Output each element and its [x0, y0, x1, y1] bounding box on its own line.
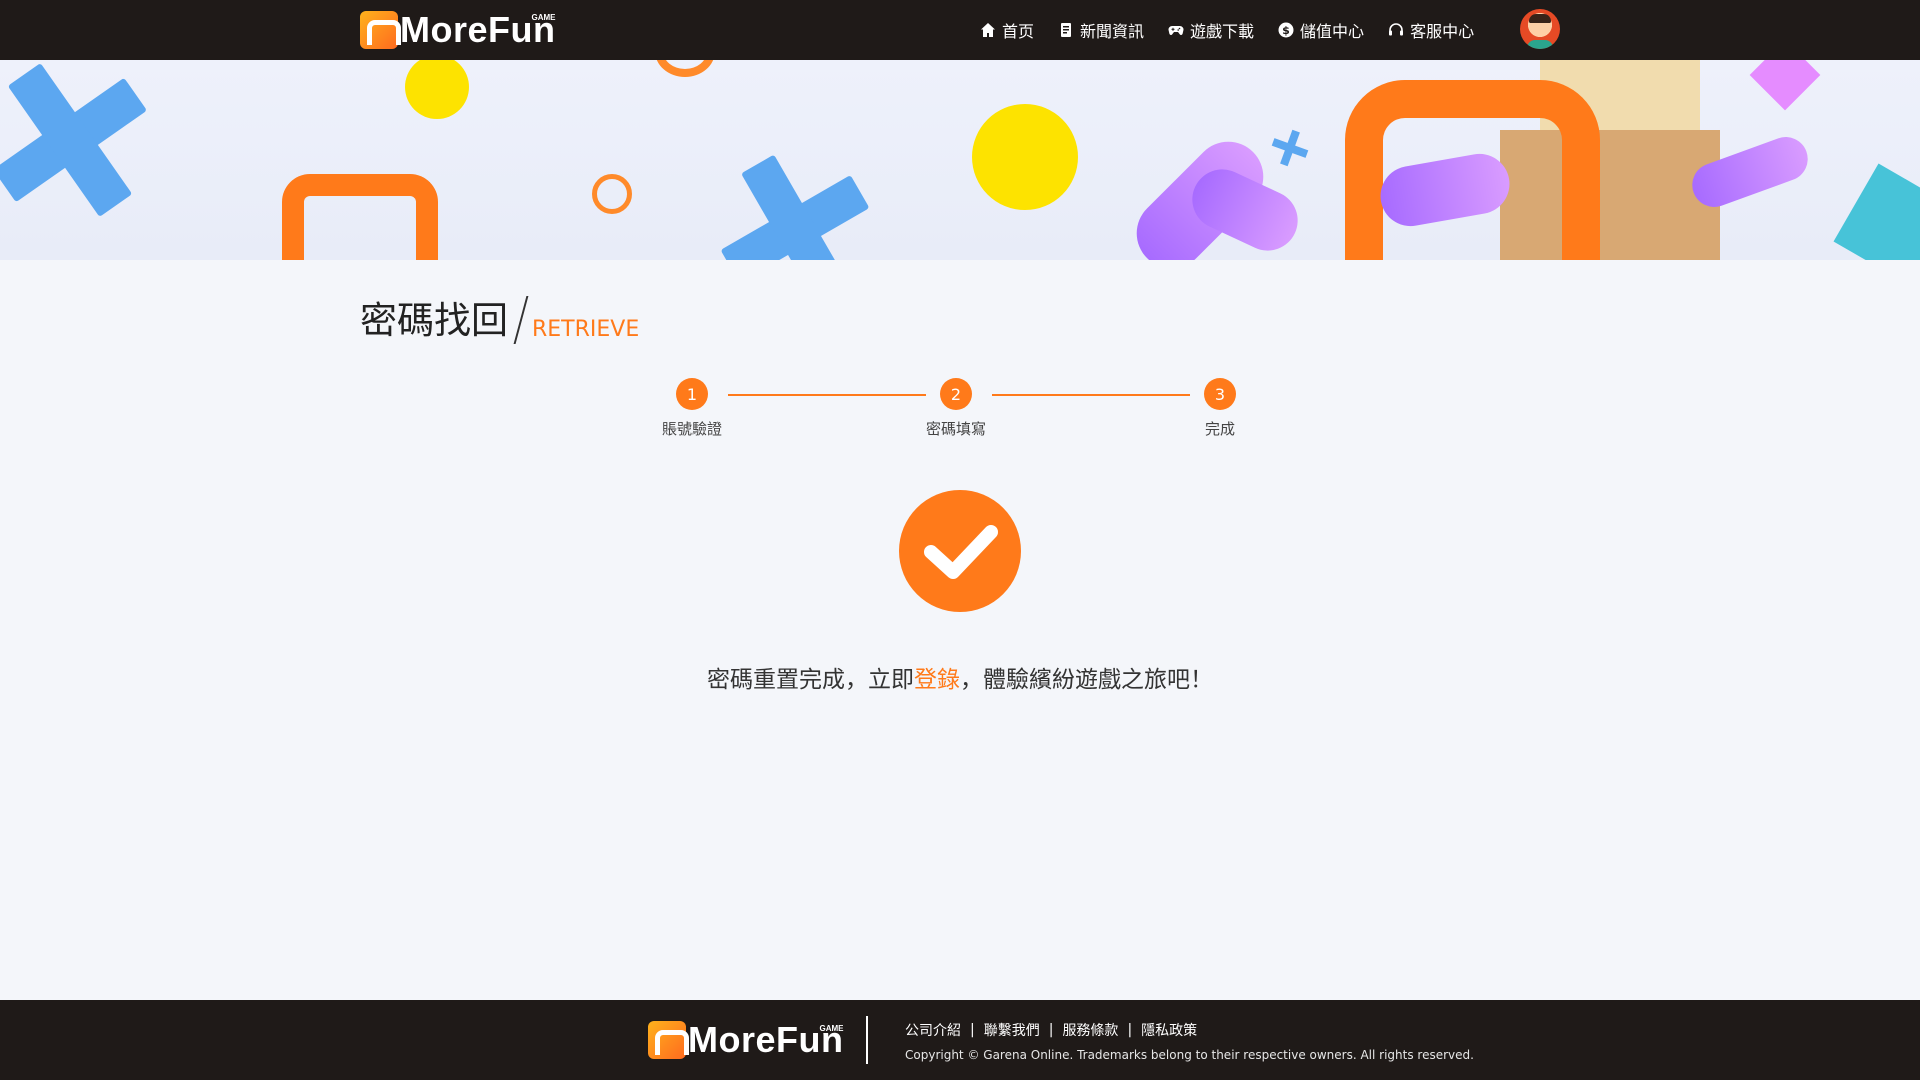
title-divider — [513, 296, 529, 344]
decor-ring-shape — [655, 60, 715, 77]
footer-links: 公司介紹 | 聯繫我們 | 服務條款 | 隱私政策 — [905, 1020, 1197, 1040]
success-message: 密碼重置完成，立即登錄，體驗繽紛遊戲之旅吧！ — [0, 660, 1920, 694]
step-label: 賬號驗證 — [661, 420, 722, 438]
step-complete: 3 完成 — [1180, 378, 1260, 439]
gamepad-icon — [1168, 26, 1184, 36]
nav-label: 新聞資訊 — [1080, 22, 1145, 41]
step-account-verify: 1 賬號驗證 — [652, 378, 732, 439]
step-number: 2 — [940, 378, 972, 410]
nav-label: 儲值中心 — [1300, 22, 1365, 41]
footer: MoreFun GAME 公司介紹 | 聯繫我們 | 服務條款 | 隱私政策 C… — [0, 1000, 1920, 1080]
footer-link-privacy[interactable]: 隱私政策 — [1141, 1020, 1197, 1040]
page-title: 密碼找回 RETRIEVE — [360, 290, 639, 344]
success-message-tail: ，體驗繽紛遊戲之旅吧！ — [960, 667, 1213, 693]
step-label: 完成 — [1204, 420, 1235, 438]
footer-divider — [866, 1016, 868, 1064]
footer-separator: | — [1127, 1022, 1133, 1038]
success-message-text: 密碼重置完成，立即 — [707, 667, 914, 693]
nav-item-home[interactable]: 首页 — [980, 18, 1034, 42]
decor-box-shape — [1833, 163, 1920, 260]
page-title-zh: 密碼找回 — [360, 299, 508, 342]
login-link[interactable]: 登錄 — [914, 667, 960, 693]
footer-link-about[interactable]: 公司介紹 — [905, 1020, 961, 1040]
footer-separator: | — [970, 1022, 975, 1038]
nav-label: 遊戲下載 — [1190, 22, 1255, 41]
footer-logo[interactable]: MoreFun GAME — [648, 1018, 843, 1062]
logo-mark-icon — [648, 1021, 689, 1059]
nav-item-topup[interactable]: $ 儲值中心 — [1278, 18, 1364, 42]
logo-mark-icon — [360, 11, 401, 49]
svg-text:$: $ — [1282, 24, 1290, 37]
step-number: 1 — [676, 378, 708, 410]
logo-game-tag: GAME — [531, 13, 556, 22]
progress-steps: 1 賬號驗證 2 密碼填寫 3 完成 — [662, 378, 1240, 448]
step-connector — [992, 394, 1190, 396]
hero-banner — [0, 60, 1920, 260]
footer-link-terms[interactable]: 服務條款 — [1062, 1020, 1118, 1040]
success-check-icon — [899, 490, 1021, 612]
footer-separator: | — [1048, 1022, 1054, 1038]
main-nav: 首页 新聞資訊 遊戲下載 $ 儲值中心 客服中心 — [980, 18, 1474, 42]
step-connector — [728, 394, 926, 396]
page: MoreFun GAME 首页 新聞資訊 遊戲下載 $ 儲值中心 客服中心 密碼… — [0, 0, 1920, 1080]
headset-icon — [1389, 23, 1404, 36]
page-title-en: RETRIEVE — [532, 317, 640, 342]
footer-link-contact[interactable]: 聯繫我們 — [984, 1020, 1040, 1040]
step-number: 3 — [1204, 378, 1236, 410]
nav-label: 客服中心 — [1410, 22, 1475, 41]
nav-label: 首页 — [1002, 22, 1035, 41]
decor-circle-shape — [405, 60, 469, 119]
decor-diamond-shape — [1749, 60, 1821, 111]
dollar-icon: $ — [1278, 22, 1294, 38]
step-password-fill: 2 密碼填寫 — [916, 378, 996, 439]
top-navbar: MoreFun GAME 首页 新聞資訊 遊戲下載 $ 儲值中心 客服中心 — [0, 0, 1920, 60]
header-logo[interactable]: MoreFun GAME — [360, 7, 555, 53]
user-avatar[interactable] — [1520, 9, 1560, 49]
step-label: 密碼填寫 — [925, 420, 986, 438]
nav-item-support[interactable]: 客服中心 — [1388, 18, 1474, 42]
decor-ring-shape — [592, 174, 632, 214]
copyright-text: Copyright © Garena Online. Trademarks be… — [905, 1048, 1474, 1062]
decor-m-logo-shape — [282, 174, 438, 260]
document-icon — [1061, 23, 1072, 37]
nav-item-news[interactable]: 新聞資訊 — [1058, 18, 1144, 42]
decor-circle-shape — [972, 104, 1078, 210]
logo-game-tag: GAME — [819, 1024, 844, 1033]
nav-item-games[interactable]: 遊戲下載 — [1168, 18, 1254, 42]
home-icon — [981, 23, 995, 37]
